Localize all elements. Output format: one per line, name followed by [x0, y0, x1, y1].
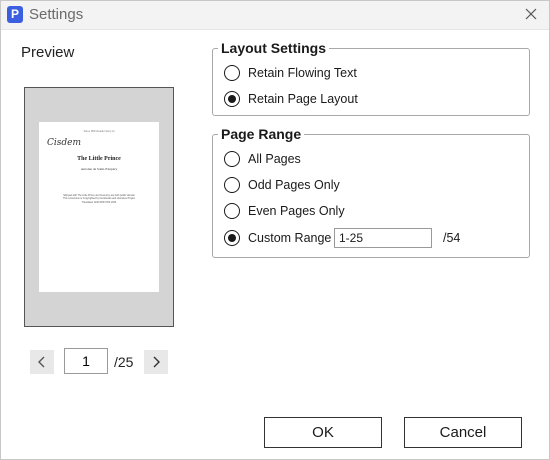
layout-settings-group: Layout Settings Retain Flowing Text Reta… [212, 40, 530, 116]
radio-label: Custom Range [248, 231, 332, 245]
radio-button[interactable] [224, 203, 240, 219]
ok-button[interactable]: OK [264, 417, 382, 448]
radio-label: Retain Flowing Text [248, 66, 357, 80]
preview-label: Preview [21, 44, 75, 61]
layout-settings-legend: Layout Settings [218, 40, 330, 56]
range-total: /54 [443, 231, 461, 245]
preview-page-author: Antoine de Saint-Exupéry [80, 167, 118, 171]
app-logo-letter: P [10, 7, 19, 21]
chevron-left-icon [38, 356, 45, 368]
radio-button-selected[interactable] [224, 91, 240, 107]
preview-panel: Some PDF Reader Story.txt Cisdem The Lit… [24, 87, 174, 327]
preview-page-logo: Cisdem [47, 138, 82, 148]
preview-page-header: Some PDF Reader Story.txt [83, 130, 115, 133]
radio-button-selected[interactable] [224, 230, 240, 246]
preview-page-thumbnail: Some PDF Reader Story.txt Cisdem The Lit… [39, 122, 159, 292]
page-total: /25 [114, 354, 134, 370]
custom-range-input[interactable]: 1-25 [334, 228, 432, 248]
title-bar: P Settings [1, 1, 549, 30]
app-logo-icon: P [7, 6, 23, 23]
prev-page-button[interactable] [30, 350, 54, 374]
radio-label: All Pages [248, 152, 301, 166]
cancel-button[interactable]: Cancel [404, 417, 522, 448]
next-page-button[interactable] [144, 350, 168, 374]
close-icon[interactable] [523, 6, 539, 22]
radio-button[interactable] [224, 177, 240, 193]
page-range-legend: Page Range [218, 126, 305, 142]
preview-page-title: The Little Prince [77, 156, 121, 162]
radio-label: Odd Pages Only [248, 178, 340, 192]
window-title: Settings [29, 6, 84, 23]
radio-label: Even Pages Only [248, 204, 345, 218]
settings-dialog: P Settings Preview Some PDF Reader Story… [0, 0, 550, 460]
chevron-right-icon [153, 356, 160, 368]
page-range-group: Page Range All Pages Odd Pages Only Even… [212, 126, 530, 258]
radio-button[interactable] [224, 151, 240, 167]
radio-button[interactable] [224, 65, 240, 81]
preview-page-body-line: Translated 11/06 PDF PDF 2023 [81, 200, 117, 204]
preview-page-body: Shipped with The Little Prince and Inven… [51, 194, 147, 204]
radio-label: Retain Page Layout [248, 92, 358, 106]
page-number-input[interactable] [64, 348, 108, 374]
